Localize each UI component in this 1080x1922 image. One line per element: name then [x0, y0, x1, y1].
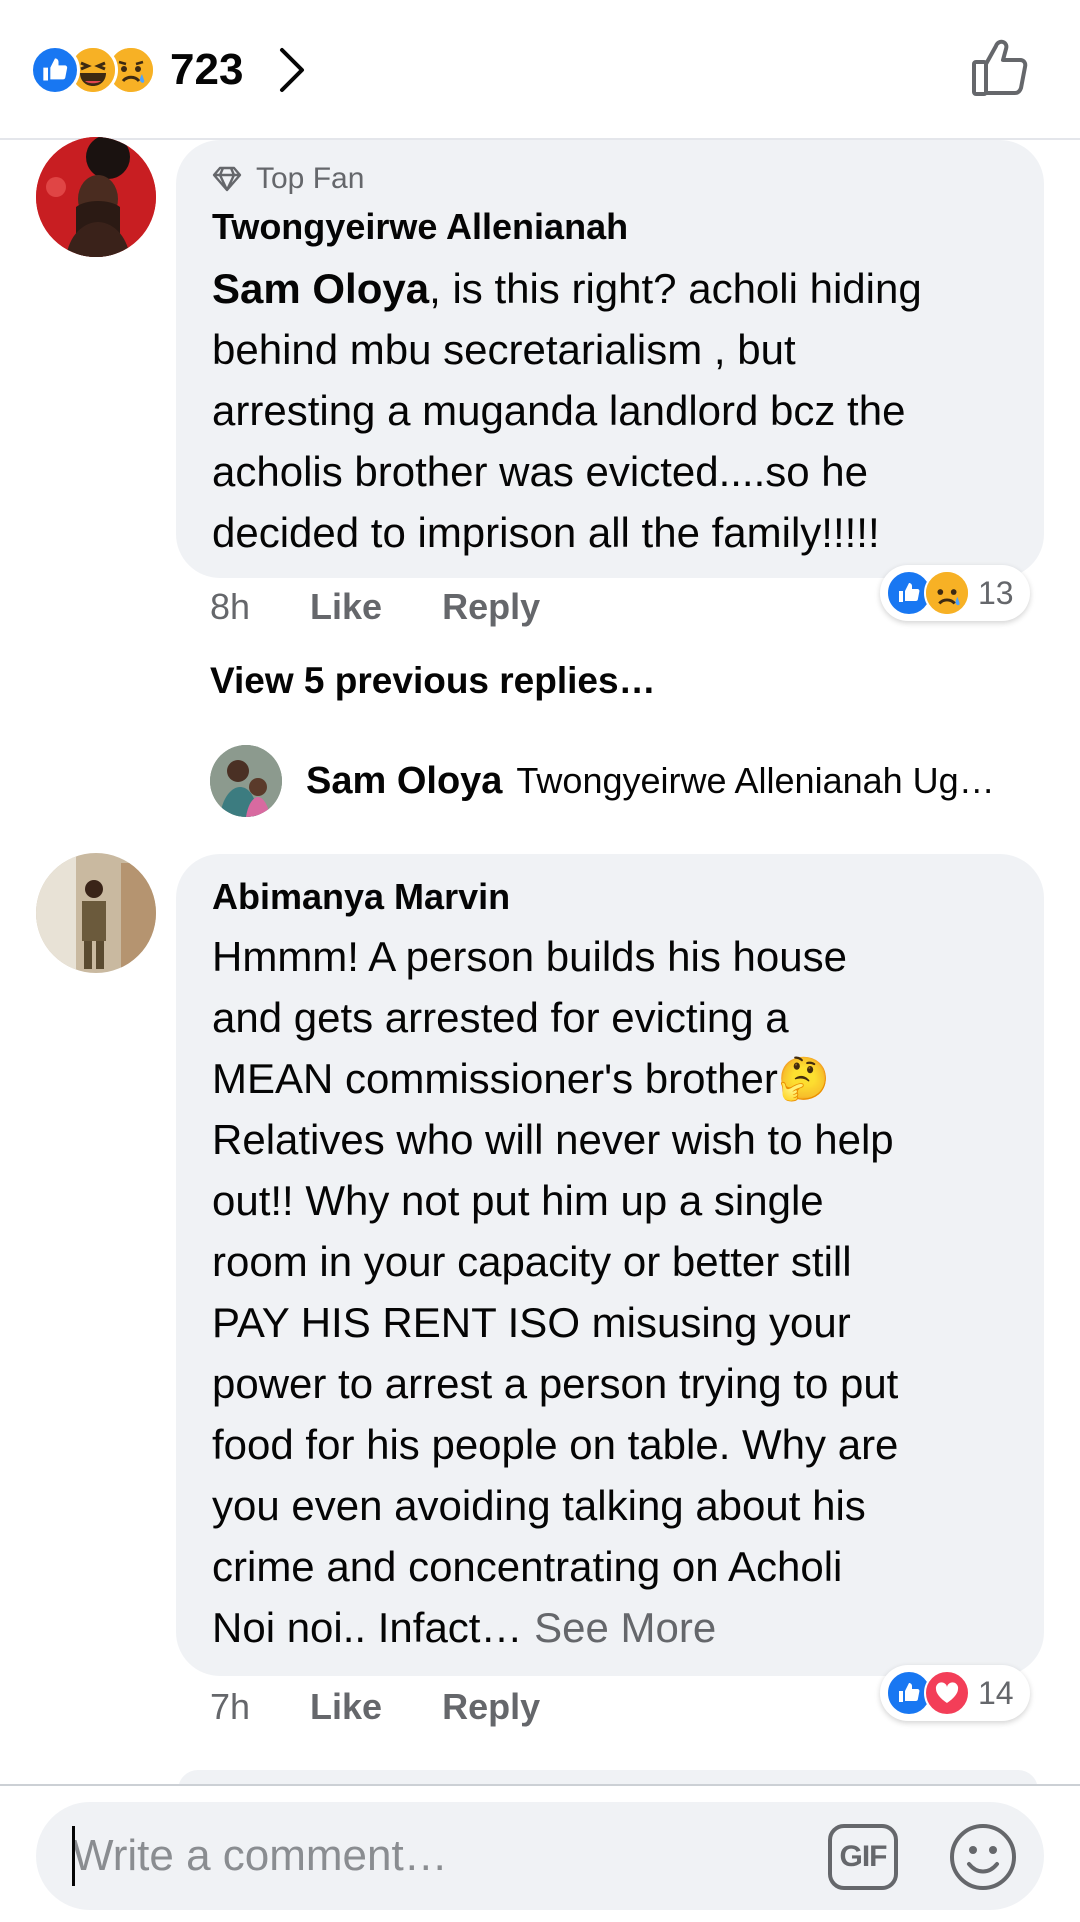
reply-author[interactable]: Sam Oloya — [306, 760, 502, 803]
see-more-link[interactable]: See More — [534, 1604, 716, 1651]
comment-author[interactable]: Twongyeirwe Allenianah — [212, 206, 628, 248]
like-button[interactable]: Like — [310, 586, 382, 628]
top-fan-label: Top Fan — [256, 162, 365, 195]
top-fan-badge: Top Fan — [212, 162, 364, 196]
comment-author[interactable]: Abimanya Marvin — [212, 876, 510, 918]
avatar[interactable] — [36, 137, 156, 257]
comment-text: Sam Oloya, is this right? acholi hiding … — [212, 265, 922, 556]
reaction-count: 13 — [978, 574, 1014, 611]
reply-snippet: Twongyeirwe Allenianah Ug… — [516, 760, 995, 801]
chevron-right-icon[interactable] — [277, 42, 313, 98]
gif-button[interactable]: GIF — [828, 1824, 898, 1890]
reaction-count: 723 — [170, 45, 244, 94]
comment-composer[interactable]: GIF — [36, 1802, 1044, 1910]
reply-button[interactable]: Reply — [442, 1686, 540, 1728]
avatar[interactable] — [36, 853, 156, 973]
reactions-summary[interactable]: 723 — [30, 40, 313, 100]
comment-input[interactable] — [72, 1824, 792, 1888]
comment-actions: 7h Like Reply — [210, 1686, 540, 1728]
like-button[interactable]: Like — [310, 1686, 382, 1728]
comment-reactions[interactable]: 14 — [880, 1665, 1030, 1721]
reaction-count: 14 — [978, 1674, 1014, 1711]
comment-composer-bar: GIF — [0, 1784, 1080, 1922]
comment-text: Hmmm! A person builds his house and gets… — [212, 933, 899, 1651]
comment-time[interactable]: 7h — [210, 1686, 250, 1728]
reply-button[interactable]: Reply — [442, 586, 540, 628]
like-icon — [30, 45, 80, 95]
latest-reply[interactable]: Sam Oloya Twongyeirwe Allenianah Ug… — [210, 744, 1040, 818]
comment-time[interactable]: 8h — [210, 586, 250, 628]
emoji-icon[interactable] — [948, 1822, 1018, 1892]
diamond-icon — [212, 166, 242, 192]
avatar[interactable] — [210, 745, 282, 817]
mention-link[interactable]: Sam Oloya — [212, 265, 429, 312]
comment-bubble[interactable]: Top Fan Twongyeirwe Allenianah Sam Oloya… — [176, 140, 1044, 578]
thumbs-up-icon[interactable] — [968, 34, 1034, 100]
sad-icon — [924, 570, 970, 616]
love-icon — [924, 1670, 970, 1716]
comment-reactions[interactable]: 13 — [880, 565, 1030, 621]
reactions-header: 723 — [0, 0, 1080, 140]
comment-actions: 8h Like Reply — [210, 586, 540, 628]
comment-bubble[interactable]: Abimanya Marvin Hmmm! A person builds hi… — [176, 854, 1044, 1676]
text-cursor — [72, 1826, 75, 1886]
view-previous-replies[interactable]: View 5 previous replies… — [210, 660, 656, 702]
